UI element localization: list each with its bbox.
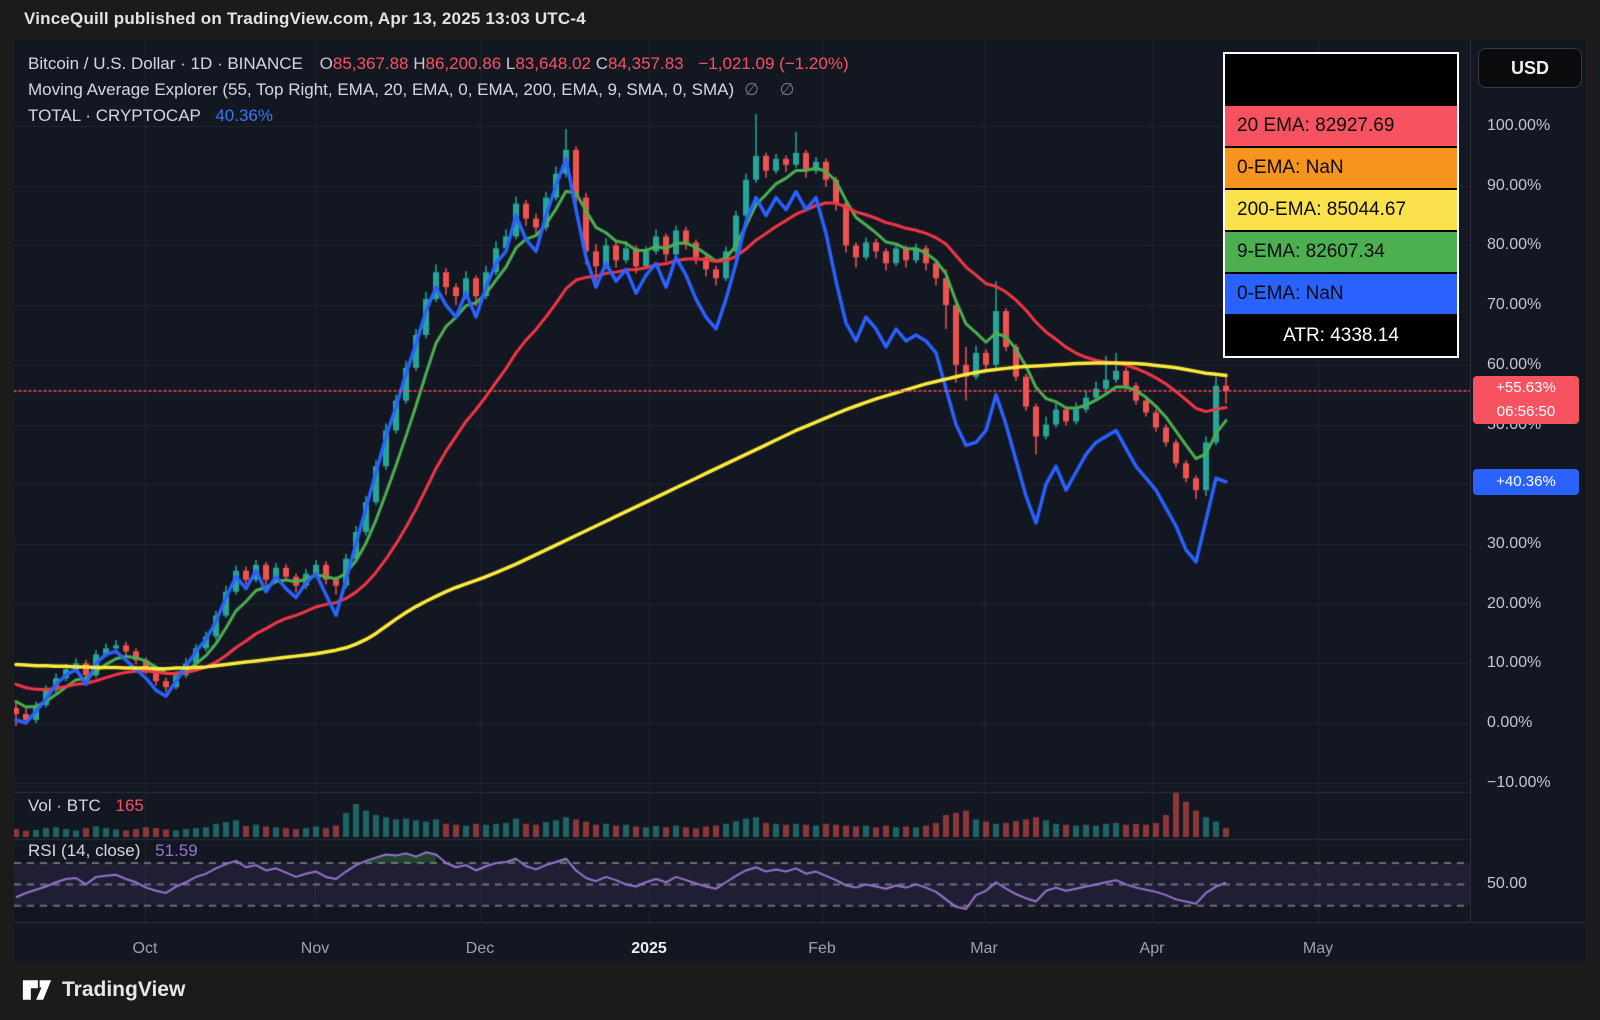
price-axis-label: 70.00% xyxy=(1487,296,1587,314)
last-price-change: +55.63% xyxy=(1473,376,1579,400)
legend-row: 9-EMA: 82607.34 xyxy=(1225,232,1457,272)
price-axis-label: 10.00% xyxy=(1487,654,1587,672)
legend-row: 0-EMA: NaN xyxy=(1225,148,1457,188)
brand-name: TradingView xyxy=(62,978,185,1002)
price-axis-label: 80.00% xyxy=(1487,236,1587,254)
price-axis-label: 30.00% xyxy=(1487,535,1587,553)
currency-toggle-button[interactable]: USD xyxy=(1478,48,1582,88)
footer-bar: TradingView xyxy=(0,963,1600,1020)
legend-row: 20 EMA: 82927.69 xyxy=(1225,106,1457,146)
rsi-legend-row[interactable]: RSI (14, close) 51.59 xyxy=(28,841,198,861)
price-axis-label: 100.00% xyxy=(1487,117,1587,135)
ohlc-letter: O xyxy=(320,54,333,73)
time-axis-divider xyxy=(14,922,1585,923)
ohlc-letter: H xyxy=(413,54,425,73)
price-axis-label: 20.00% xyxy=(1487,595,1587,613)
last-price-badge: +55.63% 06:56:50 xyxy=(1473,376,1579,424)
chart-container[interactable]: Bitcoin / U.S. Dollar · 1D · BINANCE O85… xyxy=(14,40,1585,963)
time-axis-label: Dec xyxy=(440,940,520,958)
tradingview-brand-link[interactable]: TradingView xyxy=(22,977,185,1003)
compare-legend-row[interactable]: TOTAL · CRYPTOCAP 40.36% xyxy=(28,106,273,126)
legend-row: ATR: 4338.14 xyxy=(1225,316,1457,356)
time-axis-label: Nov xyxy=(275,940,355,958)
volume-title: Vol · BTC xyxy=(28,796,101,815)
indicator-legend-row[interactable]: Moving Average Explorer (55, Top Right, … xyxy=(28,80,802,100)
compare-price-badge: +40.36% xyxy=(1473,469,1579,495)
time-axis-label: May xyxy=(1278,940,1358,958)
symbol-legend-row[interactable]: Bitcoin / U.S. Dollar · 1D · BINANCE O85… xyxy=(28,54,849,74)
symbol-title: Bitcoin / U.S. Dollar · 1D · BINANCE xyxy=(28,54,303,73)
publish-header-text: VinceQuill published on TradingView.com,… xyxy=(24,9,586,29)
legend-row: 0-EMA: NaN xyxy=(1225,274,1457,314)
rsi-axis-label: 50.00 xyxy=(1487,875,1587,893)
compare-value: 40.36% xyxy=(215,106,273,125)
change-value: −1,021.09 (−1.20%) xyxy=(698,54,848,73)
time-axis-label: Feb xyxy=(782,940,862,958)
compare-title: TOTAL · CRYPTOCAP xyxy=(28,106,201,125)
publish-header: VinceQuill published on TradingView.com,… xyxy=(0,0,1600,40)
rsi-value: 51.59 xyxy=(155,841,198,860)
time-axis-label: Apr xyxy=(1112,940,1192,958)
legend-box-header xyxy=(1225,54,1457,104)
price-axis-label: 0.00% xyxy=(1487,714,1587,732)
bar-countdown: 06:56:50 xyxy=(1473,400,1579,424)
price-axis-label: 90.00% xyxy=(1487,177,1587,195)
time-axis-label: 2025 xyxy=(609,940,689,958)
time-axis-label: Mar xyxy=(944,940,1024,958)
legend-row: 200-EMA: 85044.67 xyxy=(1225,190,1457,230)
time-axis-label: Oct xyxy=(105,940,185,958)
volume-value: 165 xyxy=(115,796,143,815)
price-axis-divider xyxy=(1470,40,1471,922)
ohlc-value: 85,367.88 xyxy=(333,54,413,73)
tradingview-published-chart: VinceQuill published on TradingView.com,… xyxy=(0,0,1600,1020)
tradingview-logo-icon xyxy=(22,977,52,1003)
ohlc-letter: C xyxy=(596,54,608,73)
price-axis-label: 60.00% xyxy=(1487,356,1587,374)
ohlc-value: 84,357.83 xyxy=(608,54,688,73)
indicator-title: Moving Average Explorer (55, Top Right, … xyxy=(28,80,734,99)
volume-legend-row[interactable]: Vol · BTC 165 xyxy=(28,796,144,816)
rsi-title: RSI (14, close) xyxy=(28,841,140,860)
indicator-hidden-icons[interactable]: ∅ ∅ xyxy=(744,80,802,99)
price-axis-label: −10.00% xyxy=(1487,774,1587,792)
ohlc-value: 83,648.02 xyxy=(515,54,595,73)
ohlc-value: 86,200.86 xyxy=(426,54,506,73)
ohlc-letter: L xyxy=(506,54,515,73)
ohlc-values: O85,367.88 H86,200.86 L83,648.02 C84,357… xyxy=(320,54,689,73)
ma-explorer-legend-box: 20 EMA: 82927.690-EMA: NaN200-EMA: 85044… xyxy=(1223,52,1459,358)
